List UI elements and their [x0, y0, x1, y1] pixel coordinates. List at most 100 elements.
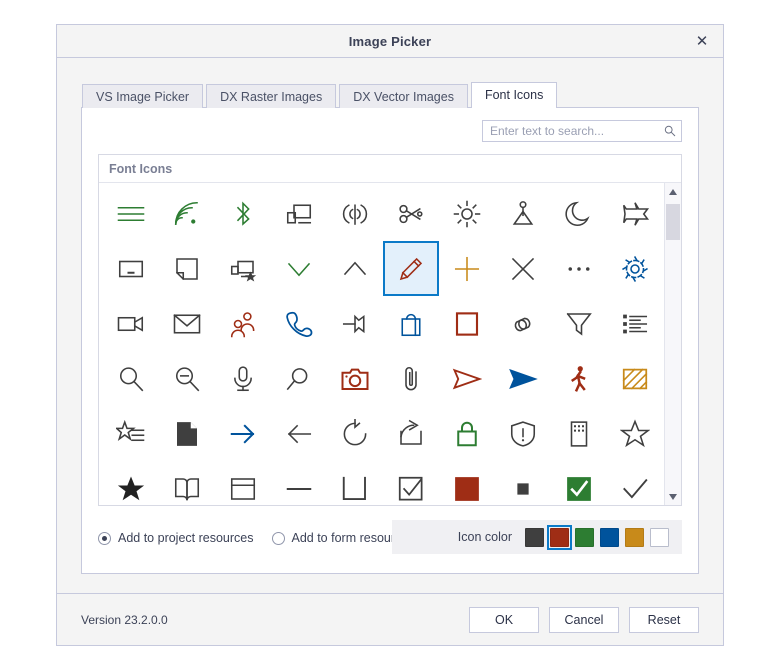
swatch-fill: [550, 527, 569, 547]
search-box[interactable]: [482, 120, 682, 142]
bullet-list-icon[interactable]: [607, 296, 663, 351]
icon-color-label: Icon color: [457, 530, 512, 544]
menu-icon[interactable]: [103, 186, 159, 241]
swatch-fill: [600, 527, 619, 547]
arrow-right-icon[interactable]: [215, 406, 271, 461]
checkbox-checked-icon[interactable]: [383, 461, 439, 505]
checkmark-icon[interactable]: [607, 461, 663, 505]
minus-line-icon[interactable]: [271, 461, 327, 505]
close-x-icon[interactable]: [495, 241, 551, 296]
settings-gear-icon[interactable]: [607, 241, 663, 296]
unpin-icon[interactable]: [327, 296, 383, 351]
building-icon[interactable]: [551, 406, 607, 461]
small-dark-square-icon[interactable]: [495, 461, 551, 505]
book-open-icon[interactable]: [159, 461, 215, 505]
zoom-in-search-icon[interactable]: [103, 351, 159, 406]
shopping-bag-icon[interactable]: [383, 296, 439, 351]
gallery-inner: [99, 183, 681, 505]
search-icon[interactable]: [664, 125, 676, 137]
swatch-fill: [650, 527, 669, 547]
icon-color-bar: Icon color: [392, 520, 682, 554]
reset-button[interactable]: Reset: [629, 606, 699, 633]
tab-dx-vector-images[interactable]: DX Vector Images: [339, 84, 468, 108]
star-outline-icon[interactable]: [607, 406, 663, 461]
moon-icon[interactable]: [551, 186, 607, 241]
plus-icon[interactable]: [439, 241, 495, 296]
paperclip-icon[interactable]: [383, 351, 439, 406]
refresh-icon[interactable]: [327, 406, 383, 461]
chevron-down-icon[interactable]: [271, 241, 327, 296]
dialog-titlebar: Image Picker ✕: [57, 25, 723, 58]
color-swatch-dark-gray[interactable]: [522, 525, 547, 550]
zoom-out-icon[interactable]: [159, 351, 215, 406]
phone-call-icon[interactable]: [271, 296, 327, 351]
walking-person-icon[interactable]: [551, 351, 607, 406]
scroll-down-icon[interactable]: [665, 488, 681, 505]
color-swatch-white[interactable]: [647, 525, 672, 550]
tab-vs-image-picker[interactable]: VS Image Picker: [82, 84, 204, 108]
search-input[interactable]: [483, 121, 681, 141]
bluetooth-icon[interactable]: [215, 186, 271, 241]
send-outline-icon[interactable]: [439, 351, 495, 406]
video-camera-icon[interactable]: [103, 296, 159, 351]
window-layout-icon[interactable]: [215, 461, 271, 505]
scrollbar-thumb[interactable]: [666, 204, 680, 240]
connect-to-display-icon[interactable]: [271, 186, 327, 241]
options-row: Add to project resources Add to form reso…: [98, 518, 682, 558]
arrow-left-icon[interactable]: [271, 406, 327, 461]
airplane-icon[interactable]: [607, 186, 663, 241]
scrollbar-track[interactable]: [665, 200, 681, 488]
share-icon[interactable]: [383, 406, 439, 461]
square-outline-icon[interactable]: [439, 296, 495, 351]
pin-tack-icon[interactable]: [495, 186, 551, 241]
tab-font-icons[interactable]: Font Icons: [470, 82, 558, 108]
wifi-icon[interactable]: [159, 186, 215, 241]
gallery-scrollbar[interactable]: [664, 183, 681, 505]
star-list-icon[interactable]: [103, 406, 159, 461]
filter-funnel-icon[interactable]: [551, 296, 607, 351]
scroll-up-icon[interactable]: [665, 183, 681, 200]
image-picker-dialog: Image Picker ✕ VS Image Picker DX Raster …: [56, 24, 724, 646]
microphone-icon[interactable]: [215, 351, 271, 406]
swatch-fill: [525, 527, 544, 547]
color-swatch-green[interactable]: [572, 525, 597, 550]
tab-dx-raster-images[interactable]: DX Raster Images: [206, 84, 337, 108]
lock-icon[interactable]: [439, 406, 495, 461]
cancel-button[interactable]: Cancel: [549, 606, 619, 633]
red-square-icon[interactable]: [439, 461, 495, 505]
scissors-icon[interactable]: [383, 186, 439, 241]
edit-pencil-icon[interactable]: [383, 241, 439, 296]
search-small-icon[interactable]: [271, 351, 327, 406]
dialog-body: VS Image Picker DX Raster Images DX Vector…: [57, 58, 723, 593]
color-swatch-blue[interactable]: [597, 525, 622, 550]
version-label: Version 23.2.0.0: [81, 612, 168, 627]
star-filled-icon[interactable]: [103, 461, 159, 505]
link-chain-icon[interactable]: [495, 296, 551, 351]
checkbox-empty-icon[interactable]: [327, 461, 383, 505]
favorite-display-icon[interactable]: [215, 241, 271, 296]
brightness-icon[interactable]: [439, 186, 495, 241]
send-filled-icon[interactable]: [495, 351, 551, 406]
page-corner-icon[interactable]: [159, 241, 215, 296]
icon-gallery: Font Icons: [98, 154, 682, 506]
window-minimize-icon[interactable]: [103, 241, 159, 296]
hatch-pattern-icon[interactable]: [607, 351, 663, 406]
document-filled-icon[interactable]: [159, 406, 215, 461]
radio-add-to-project-resources[interactable]: Add to project resources: [98, 531, 254, 545]
close-icon[interactable]: ✕: [687, 25, 717, 57]
shield-warning-icon[interactable]: [495, 406, 551, 461]
envelope-mail-icon[interactable]: [159, 296, 215, 351]
green-check-box-icon[interactable]: [551, 461, 607, 505]
camera-icon[interactable]: [327, 351, 383, 406]
chevron-up-icon[interactable]: [327, 241, 383, 296]
dialog-title: Image Picker: [348, 33, 432, 49]
people-group-icon[interactable]: [215, 296, 271, 351]
more-ellipsis-icon[interactable]: [551, 241, 607, 296]
radio-indicator: [271, 531, 285, 545]
ok-button[interactable]: OK: [469, 606, 539, 633]
swatch-fill: [575, 527, 594, 547]
color-swatch-orange[interactable]: [622, 525, 647, 550]
color-swatch-dark-red[interactable]: [547, 524, 572, 550]
radio-indicator: [98, 531, 111, 545]
broadcast-icon[interactable]: [327, 186, 383, 241]
